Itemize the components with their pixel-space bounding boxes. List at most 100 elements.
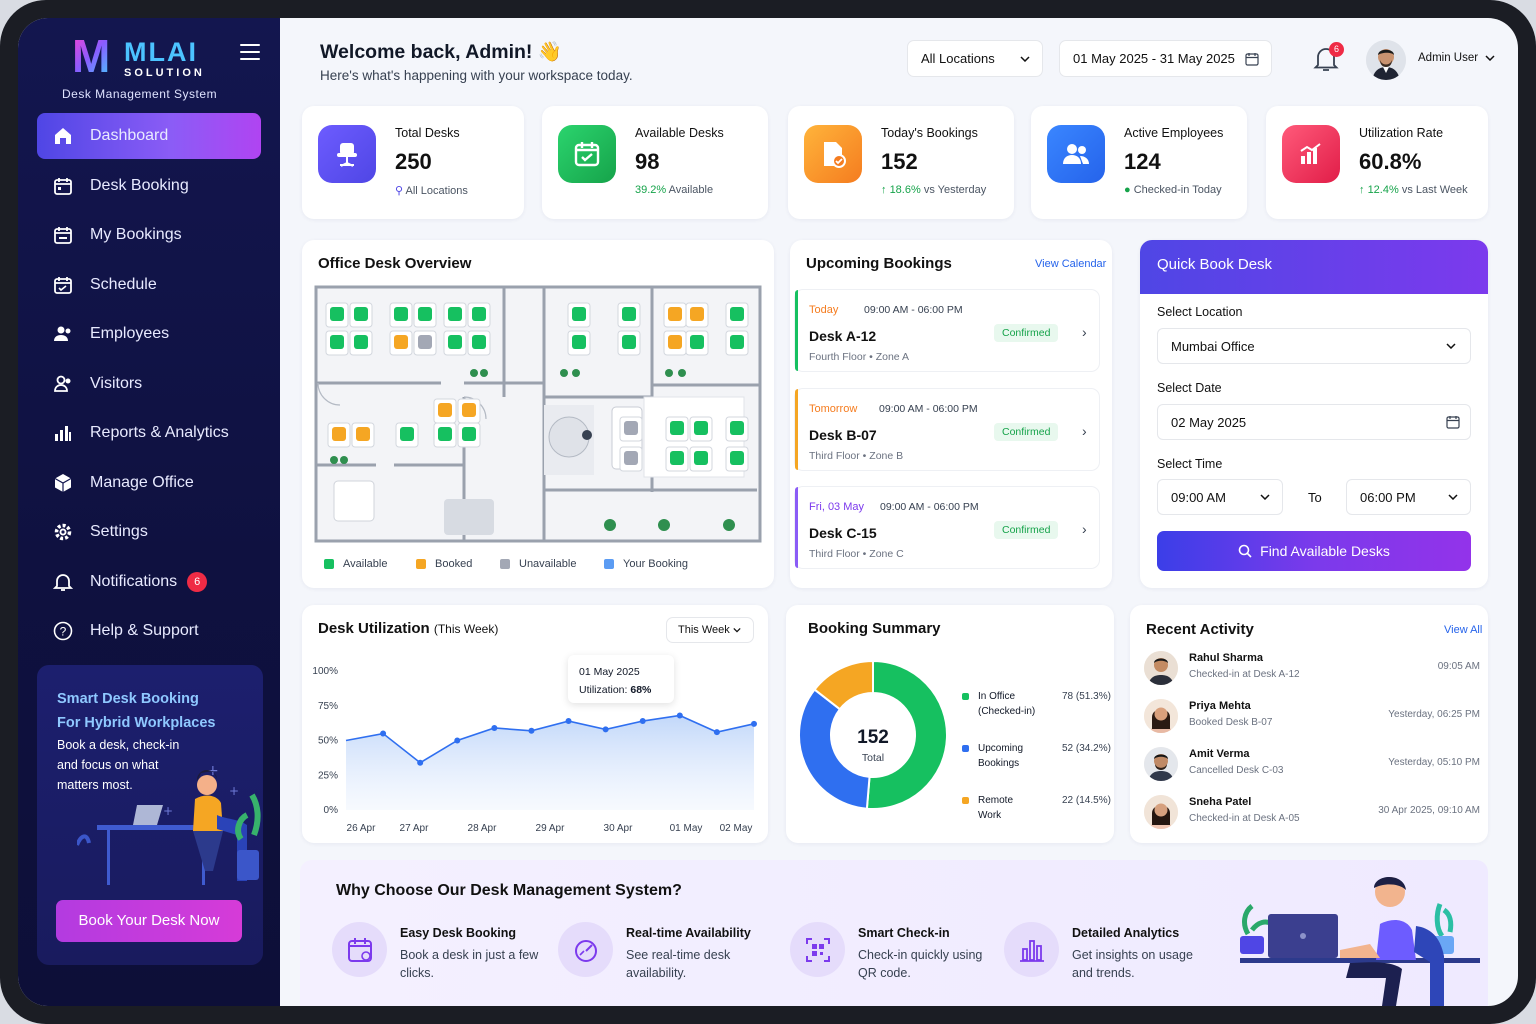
status-badge: Confirmed	[994, 324, 1059, 342]
legend-available: Available	[324, 558, 387, 570]
chevron-right-icon: ›	[1082, 521, 1087, 537]
activity-time: 30 Apr 2025, 09:10 AM	[1378, 805, 1480, 816]
stat-value: 152	[881, 149, 918, 174]
date-picker-field[interactable]: 02 May 2025	[1157, 404, 1471, 440]
sidebar-item-employees[interactable]: Employees	[37, 311, 261, 357]
x-tick-label: 02 May	[720, 823, 753, 834]
stat-card-total-desks: Total Desks 250 ⚲ All Locations	[302, 106, 524, 219]
activity-item[interactable]: Sneha Patel Checked-in at Desk A-05 30 A…	[1144, 795, 1480, 841]
sidebar-item-dashboard[interactable]: Dashboard	[37, 113, 261, 159]
user-avatar[interactable]	[1366, 40, 1406, 80]
location-dropdown[interactable]: Mumbai Office	[1157, 328, 1471, 364]
section-title: Why Choose Our Desk Management System?	[336, 882, 682, 899]
booking-time: 09:00 AM - 06:00 PM	[879, 403, 978, 415]
sidebar-item-my-bookings[interactable]: My Bookings	[37, 212, 261, 258]
legend-booked: Booked	[416, 558, 472, 570]
sidebar-nav: Dashboard Desk Booking My Bookings Sched…	[37, 113, 261, 658]
office-floor-plan[interactable]	[314, 285, 762, 545]
booking-item[interactable]: Fri, 03 May 09:00 AM - 06:00 PM Desk C-1…	[794, 486, 1100, 569]
find-available-desks-button[interactable]: Find Available Desks	[1157, 531, 1471, 571]
booking-desk: Desk A-12	[809, 328, 877, 344]
bar-chart-icon	[1004, 922, 1059, 977]
chevron-right-icon: ›	[1082, 324, 1087, 340]
booking-floor: Third Floor	[809, 450, 860, 462]
feature-title: Real-time Availability	[626, 926, 751, 940]
data-point	[602, 726, 609, 733]
notification-count-badge: 6	[1329, 42, 1344, 57]
workspace-illustration	[1240, 877, 1480, 1006]
desk-marker	[668, 335, 682, 349]
bar-chart-icon	[1282, 125, 1340, 183]
user-name[interactable]: Admin User	[1418, 52, 1478, 64]
home-icon	[53, 126, 73, 146]
desk-marker	[472, 335, 486, 349]
avatar	[1144, 747, 1178, 781]
week-filter-dropdown[interactable]: This Week	[666, 617, 754, 643]
booking-item[interactable]: Tomorrow 09:00 AM - 06:00 PM Desk B-07 T…	[794, 388, 1100, 471]
desk-marker	[624, 421, 638, 435]
data-point	[713, 729, 720, 736]
activity-desc: Cancelled Desk C-03	[1189, 765, 1284, 776]
activity-item[interactable]: Rahul Sharma Checked-in at Desk A-12 09:…	[1144, 651, 1480, 697]
chevron-down-icon	[1448, 494, 1458, 500]
location-select[interactable]: All Locations	[907, 40, 1043, 77]
sidebar-item-label: Employees	[90, 325, 170, 342]
stat-highlight: 18.6%	[889, 184, 921, 196]
stat-value: 124	[1124, 149, 1161, 174]
logo-sub: SOLUTION	[124, 67, 205, 79]
desk-marker	[690, 335, 704, 349]
summary-item-upcoming: Upcoming Bookings 52 (34.2%)	[962, 741, 1112, 781]
desk-marker	[438, 403, 452, 417]
desk-marker	[730, 421, 744, 435]
avatar	[1144, 795, 1178, 829]
desk-marker	[622, 307, 636, 321]
booking-zone: Zone A	[875, 351, 909, 363]
desk-marker	[668, 307, 682, 321]
y-tick-label: 50%	[318, 736, 338, 747]
y-tick-label: 25%	[318, 770, 338, 781]
booking-item[interactable]: Today 09:00 AM - 06:00 PM Desk A-12 Four…	[794, 289, 1100, 372]
sidebar-item-schedule[interactable]: Schedule	[37, 262, 261, 308]
users-icon	[1047, 125, 1105, 183]
desk-marker	[330, 307, 344, 321]
booking-zone: Zone C	[869, 548, 904, 560]
sidebar-item-desk-booking[interactable]: Desk Booking	[37, 163, 261, 209]
book-desk-now-button[interactable]: Book Your Desk Now	[56, 900, 242, 942]
user-menu-chevron-icon[interactable]	[1485, 55, 1495, 61]
status-dot-icon: ●	[1124, 184, 1131, 196]
qr-code-icon	[790, 922, 845, 977]
desk-marker	[394, 335, 408, 349]
legend-unavailable: Unavailable	[500, 558, 576, 570]
end-time-dropdown[interactable]: 06:00 PM	[1346, 479, 1471, 515]
sidebar-item-visitors[interactable]: Visitors	[37, 361, 261, 407]
desk-marker	[418, 307, 432, 321]
sidebar-item-help[interactable]: ? Help & Support	[37, 608, 261, 654]
view-all-link[interactable]: View All	[1444, 624, 1482, 636]
feature-desc: Book a desk in just a few clicks.	[400, 948, 539, 980]
activity-item[interactable]: Priya Mehta Booked Desk B-07 Yesterday, …	[1144, 699, 1480, 745]
desk-marker	[730, 335, 744, 349]
sidebar-item-label: Dashboard	[90, 127, 169, 144]
sidebar-item-label: My Bookings	[90, 226, 182, 243]
menu-toggle-icon[interactable]	[240, 44, 260, 60]
feature-desc: See real-time desk availability.	[626, 948, 731, 980]
view-calendar-link[interactable]: View Calendar	[1035, 258, 1106, 270]
date-range-picker[interactable]: 01 May 2025 - 31 May 2025	[1059, 40, 1272, 77]
desk-marker	[624, 451, 638, 465]
sidebar-item-settings[interactable]: Settings	[37, 509, 261, 555]
booking-zone: Zone B	[869, 450, 904, 462]
start-time-dropdown[interactable]: 09:00 AM	[1157, 479, 1283, 515]
status-badge: Confirmed	[994, 423, 1059, 441]
calendar-check-icon	[53, 225, 73, 245]
activity-item[interactable]: Amit Verma Cancelled Desk C-03 Yesterday…	[1144, 747, 1480, 793]
desk-marker	[694, 451, 708, 465]
date-picker-value: 02 May 2025	[1171, 414, 1247, 430]
sidebar-item-manage-office[interactable]: Manage Office	[37, 460, 261, 506]
brand-logo[interactable]: M MLAI SOLUTION Desk Management System	[60, 30, 260, 110]
calendar-icon	[53, 176, 73, 196]
x-tick-label: 29 Apr	[536, 823, 566, 834]
feature-realtime-availability: Real-time Availability See real-time des…	[558, 922, 778, 992]
sidebar-item-reports[interactable]: Reports & Analytics	[37, 410, 261, 456]
sidebar-item-label: Help & Support	[90, 622, 199, 639]
sidebar-item-notifications[interactable]: Notifications 6	[37, 559, 261, 605]
